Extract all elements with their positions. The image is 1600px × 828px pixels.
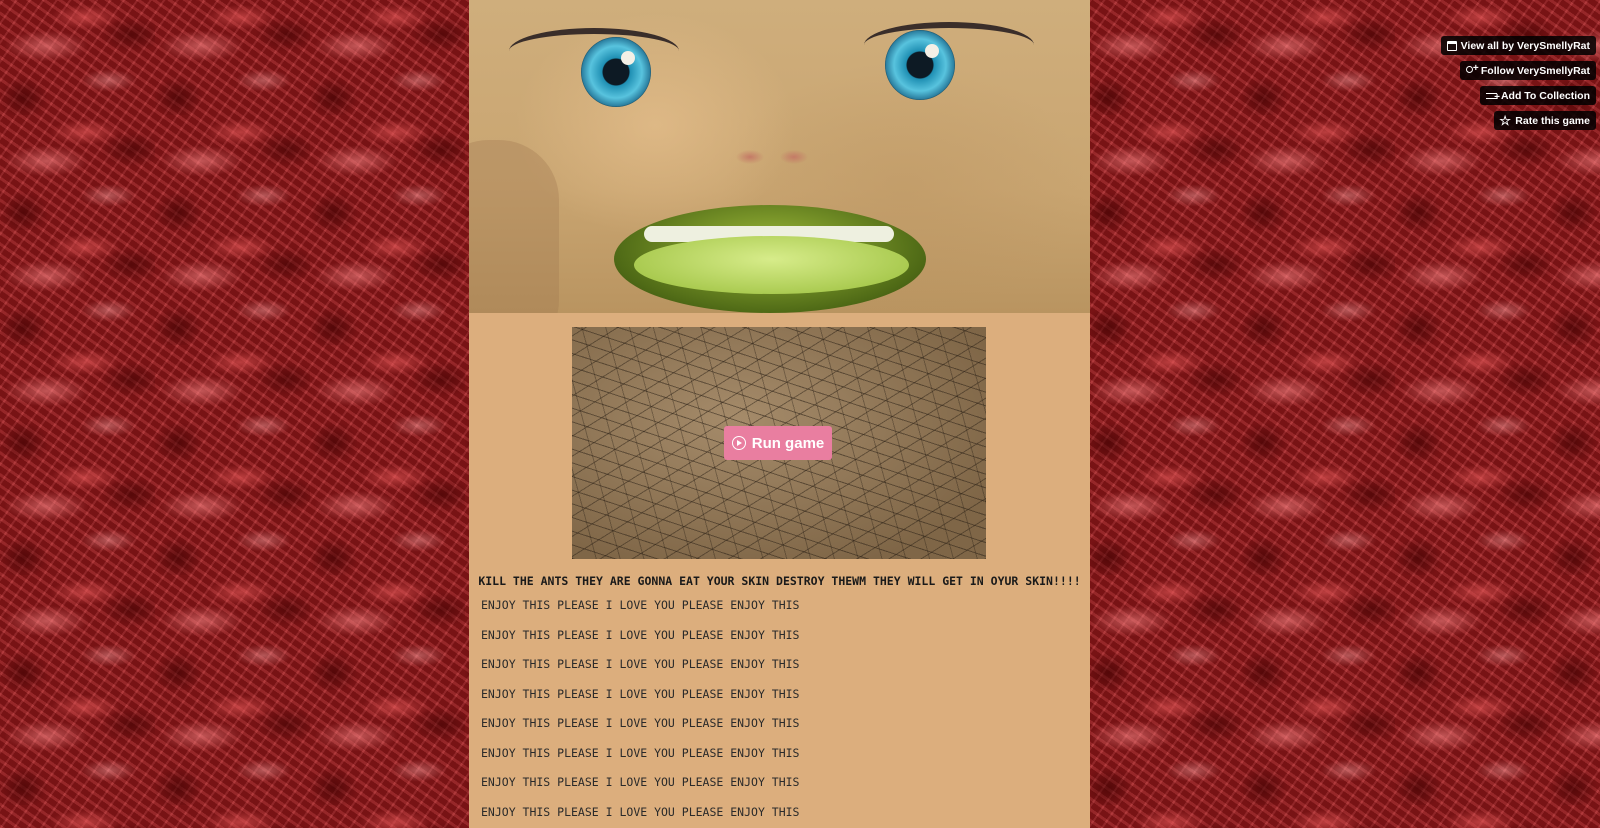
play-circle-icon <box>731 436 746 450</box>
description-line: ENJOY THIS PLEASE I LOVE YOU PLEASE ENJO… <box>481 627 800 642</box>
star-icon <box>1499 113 1511 129</box>
rate-game-button[interactable]: Rate this game <box>1494 111 1596 130</box>
header-banner-image <box>469 0 1090 313</box>
add-to-collection-label: Add To Collection <box>1500 89 1590 102</box>
run-game-button[interactable]: Run game <box>724 426 832 460</box>
right-eye <box>885 30 955 100</box>
description-line: ENJOY THIS PLEASE I LOVE YOU PLEASE ENJO… <box>481 804 800 819</box>
follow-user-icon <box>1465 63 1479 76</box>
view-all-label: View all by VerySmellyRat <box>1460 39 1590 52</box>
description-headline: KILL THE ANTS THEY ARE GONNA EAT YOUR SK… <box>478 574 1081 588</box>
user-actions-panel: View all by VerySmellyRat Follow VerySme… <box>1440 36 1596 130</box>
description-lines: ENJOY THIS PLEASE I LOVE YOU PLEASE ENJO… <box>481 598 800 828</box>
add-to-collection-icon <box>1485 92 1500 103</box>
store-icon <box>1446 40 1457 51</box>
game-player-frame: Run game <box>572 327 986 559</box>
description-line: ENJOY THIS PLEASE I LOVE YOU PLEASE ENJO… <box>481 716 800 730</box>
game-page-column: Run game KILL THE ANTS THEY ARE GONNA EA… <box>469 0 1090 828</box>
view-all-button[interactable]: View all by VerySmellyRat <box>1440 36 1596 55</box>
description-line: ENJOY THIS PLEASE I LOVE YOU PLEASE ENJO… <box>481 598 800 612</box>
left-eye <box>581 37 651 107</box>
add-to-collection-button[interactable]: Add To Collection <box>1479 86 1596 105</box>
description-line: ENJOY THIS PLEASE I LOVE YOU PLEASE ENJO… <box>481 657 800 671</box>
lime-slice <box>634 236 909 294</box>
nose <box>717 145 827 169</box>
run-game-label: Run game <box>751 434 825 452</box>
follow-button[interactable]: Follow VerySmellyRat <box>1459 61 1596 80</box>
follow-label: Follow VerySmellyRat <box>1480 64 1590 77</box>
banner-shadow <box>469 140 559 313</box>
description-line: ENJOY THIS PLEASE I LOVE YOU PLEASE ENJO… <box>481 775 800 789</box>
rate-game-label: Rate this game <box>1515 114 1590 127</box>
description-line: ENJOY THIS PLEASE I LOVE YOU PLEASE ENJO… <box>481 745 800 760</box>
description-line: ENJOY THIS PLEASE I LOVE YOU PLEASE ENJO… <box>481 686 800 701</box>
